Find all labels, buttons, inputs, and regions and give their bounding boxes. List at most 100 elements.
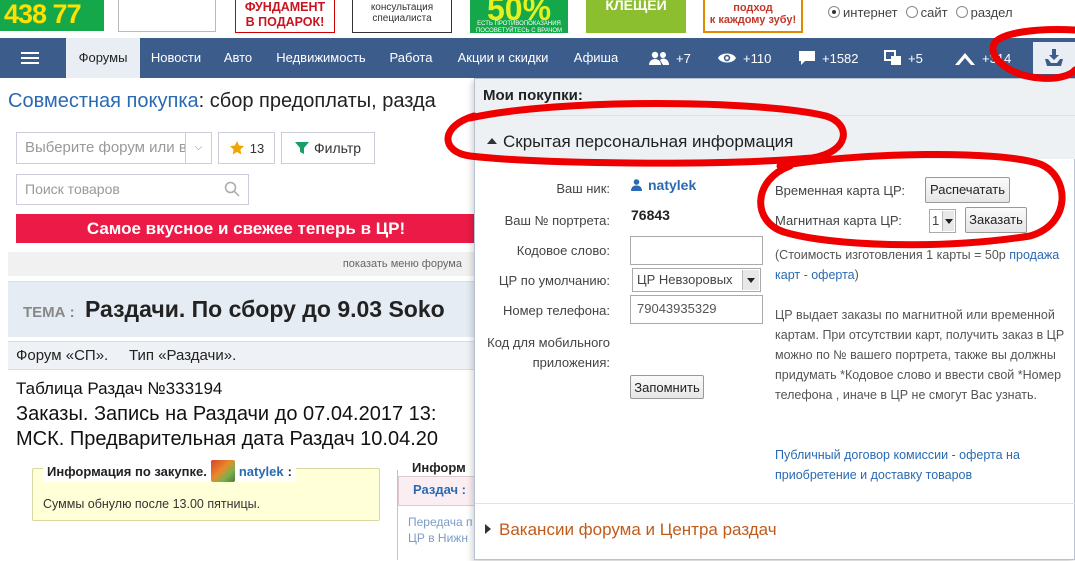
purchase-info-title: Информация по закупке. — [47, 463, 207, 479]
ad-discount-text: 50% — [486, 0, 552, 27]
ad-banner-fundament[interactable]: ФУНДАМЕНТ В ПОДАРОК! — [235, 0, 335, 33]
radio-internet[interactable]: интернет — [828, 4, 898, 20]
mag-card-qty-select[interactable]: 1 — [929, 209, 956, 233]
windows-icon — [884, 50, 901, 65]
main-nav: Форумы Новости Авто Недвижимость Работа … — [0, 38, 1075, 78]
code-word-input[interactable] — [630, 236, 763, 265]
stat-windows[interactable]: +5 — [884, 38, 923, 78]
mag-card-qty: 1 — [932, 213, 940, 228]
card-cost-close: ) — [854, 268, 859, 282]
distribution-info-box: Информ Раздач : Передача п ЦР в Нижн — [397, 460, 478, 560]
nav-item-forums[interactable]: Форумы — [66, 38, 140, 78]
portrait-value: 76843 — [631, 207, 670, 223]
ad-banner-blank[interactable] — [118, 0, 216, 32]
stat-value: +5 — [908, 50, 923, 66]
user-icon — [631, 179, 642, 191]
nick-value[interactable]: natylek — [631, 177, 696, 193]
caret-right-icon — [485, 524, 491, 534]
stat-value: +7 — [676, 50, 691, 66]
favorites-count: 13 — [249, 140, 265, 156]
stat-rising[interactable]: +314 — [954, 38, 1011, 78]
show-forum-menu-link[interactable]: показать меню форума — [8, 252, 476, 276]
radio-label: интернет — [843, 4, 898, 20]
default-cr-select[interactable]: ЦР Невзоровых — [632, 268, 761, 292]
nav-item-sales[interactable]: Акции и скидки — [450, 38, 556, 78]
search-icon[interactable] — [224, 181, 240, 197]
mobile-code-label: Код для мобильного приложения: — [487, 335, 610, 370]
personal-info-form: Ваш ник: natylek Ваш № портрета: 76843 К… — [475, 159, 1075, 499]
hidden-personal-info-title: Скрытая персональная информация — [503, 132, 794, 151]
purchase-info-user[interactable]: natylek — [239, 464, 284, 479]
arrow-up-icon — [955, 53, 975, 65]
ad-banner-dental[interactable]: подход к каждому зубу! — [703, 0, 803, 33]
stat-value: +1582 — [822, 50, 859, 66]
product-search-input[interactable]: Поиск товаров — [16, 174, 249, 205]
card-cost-prefix: (Стоимость изготовления 1 карты = 50р — [775, 248, 1006, 262]
eye-icon — [718, 53, 736, 63]
radio-label: сайт — [920, 4, 948, 20]
post-text-line: МСК. Предварительная дата Раздач 10.04.2… — [16, 428, 439, 450]
post-text-line: Заказы. Запись на Раздачи до 07.04.2017 … — [16, 403, 437, 425]
page-title: Совместная покупка: сбор предоплаты, раз… — [8, 90, 436, 113]
stat-comments[interactable]: +1582 — [798, 38, 859, 78]
distribution-info-legend: Информ — [412, 460, 466, 475]
code-word-label: Кодовое слово: — [516, 243, 610, 258]
page-title-rest: : сбор предоплаты, разда — [198, 90, 436, 112]
nick-label: Ваш ник: — [556, 181, 610, 196]
page-title-link[interactable]: Совместная покупка — [8, 90, 199, 112]
stat-views[interactable]: +110 — [717, 38, 771, 78]
nav-item-jobs[interactable]: Работа — [382, 38, 440, 78]
radio-section[interactable]: раздел — [955, 4, 1013, 20]
search-placeholder: Поиск товаров — [25, 181, 120, 197]
nav-item-realty[interactable]: Недвижимость — [270, 38, 372, 78]
post-text: Заказы. Запись на Раздачи до 07.04.2017 … — [16, 402, 438, 452]
filter-button[interactable]: Фильтр — [281, 132, 375, 164]
pickup-info-text: ЦР выдает заказы по магнитной или времен… — [775, 308, 1065, 402]
ad-banner-kleshch[interactable]: КЛЕЩЕЙ — [586, 0, 686, 33]
radio-dot[interactable] — [828, 6, 840, 18]
phone-input[interactable]: 79043935329 — [630, 295, 763, 324]
purchase-info-box: Информация по закупке. natylek : Суммы о… — [32, 460, 380, 521]
purchase-info-body: Суммы обнулю после 13.00 пятницы. — [43, 497, 261, 511]
filter-label: Фильтр — [313, 140, 362, 156]
distribution-transfer-line: Передача п — [408, 515, 473, 529]
hamburger-icon — [21, 57, 39, 59]
radio-dot[interactable] — [905, 6, 918, 18]
hamburger-menu-button[interactable] — [0, 38, 60, 78]
radio-dot[interactable] — [955, 6, 968, 18]
print-card-button[interactable]: Распечатать — [925, 177, 1010, 203]
top-banner-strip: 438 77 39 ФУНДАМЕНТ В ПОДАРОК! консульта… — [0, 0, 1075, 38]
mag-card-label: Магнитная карта ЦР: — [775, 213, 902, 228]
search-scope-radios: интернет сайт раздел — [828, 4, 1013, 20]
promo-banner[interactable]: Самое вкусное и свежее теперь в ЦР! — [16, 214, 476, 243]
stat-users[interactable]: +7 — [648, 38, 691, 78]
phone-banner[interactable]: 438 77 39 — [0, 0, 104, 38]
vacancies-section-toggle[interactable]: Вакансии форума и Центра раздач — [475, 503, 1075, 561]
purchase-info-legend: Информация по закупке. natylek : — [43, 460, 296, 482]
public-contract-link[interactable]: Публичный договор комиссии - оферта на п… — [775, 445, 1065, 485]
hidden-personal-info-section-toggle[interactable]: Скрытая персональная информация — [475, 115, 1075, 159]
chevron-down-icon — [742, 270, 759, 290]
chevron-down-icon[interactable]: ⌵ — [185, 133, 211, 163]
comment-icon — [799, 51, 815, 65]
temp-card-label: Временная карта ЦР: — [775, 183, 905, 198]
topic-title: Раздачи. По сбору до 9.03 Soko — [85, 296, 445, 322]
purchase-info-colon: : — [287, 463, 292, 479]
topic-header: ТЕМА : Раздачи. По сбору до 9.03 Soko — [8, 281, 476, 337]
favorites-button[interactable]: 13 — [218, 132, 275, 164]
distribution-link[interactable]: Раздач : — [398, 476, 478, 506]
forum-select[interactable]: Выберите форум или в ⌵ — [16, 132, 212, 164]
ad-banner-specialist[interactable]: консультация специалиста — [352, 0, 452, 33]
avatar[interactable] — [210, 460, 235, 482]
nav-item-afisha[interactable]: Афиша — [566, 38, 626, 78]
radio-site[interactable]: сайт — [905, 4, 948, 20]
save-button[interactable]: Запомнить — [630, 375, 704, 399]
nav-item-auto[interactable]: Авто — [216, 38, 260, 78]
my-purchases-button[interactable] — [1033, 42, 1075, 74]
nav-item-news[interactable]: Новости — [144, 38, 208, 78]
ad-banner-discount[interactable]: 50% ЕСТЬ ПРОТИВОПОКАЗАНИЯ ПОСОВЕТУЙТЕСЬ … — [470, 0, 568, 33]
ad-disclaimer-text: ЕСТЬ ПРОТИВОПОКАЗАНИЯ ПОСОВЕТУЙТЕСЬ С ВР… — [475, 21, 563, 33]
distribution-transfer-line: ЦР в Нижн — [408, 531, 468, 545]
order-card-button[interactable]: Заказать — [965, 207, 1027, 233]
post-table-number: Таблица Раздач №333194 — [16, 379, 223, 398]
